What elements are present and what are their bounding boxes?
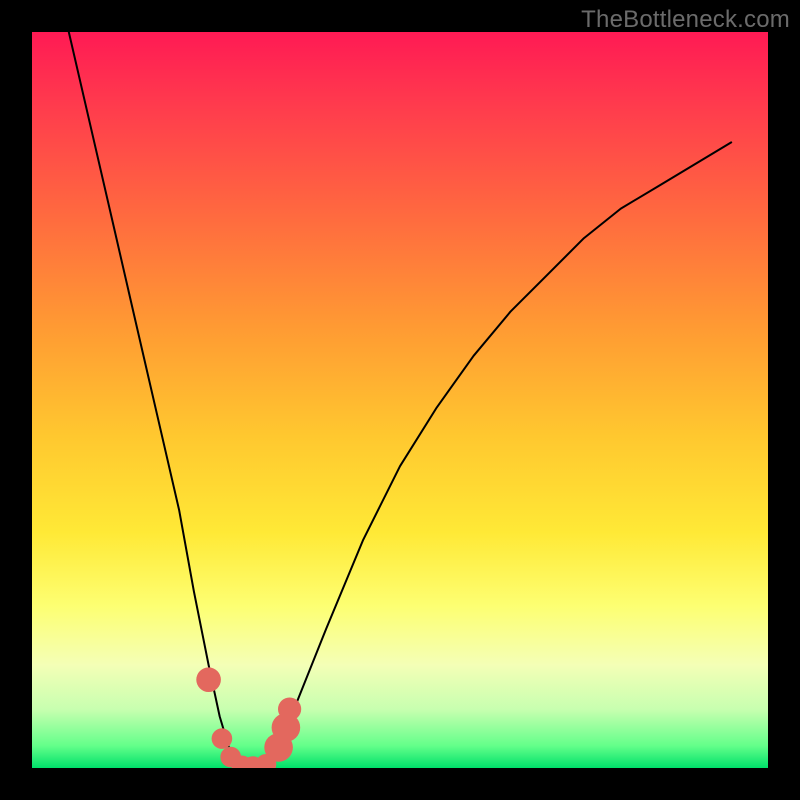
chart-frame: TheBottleneck.com <box>0 0 800 800</box>
data-marker <box>196 667 221 692</box>
bottleneck-curve <box>69 32 731 768</box>
chart-plot-area <box>32 32 768 768</box>
chart-svg <box>32 32 768 768</box>
watermark-label: TheBottleneck.com <box>581 6 790 34</box>
data-markers <box>196 667 301 768</box>
data-marker <box>212 728 233 749</box>
data-marker <box>278 698 301 721</box>
